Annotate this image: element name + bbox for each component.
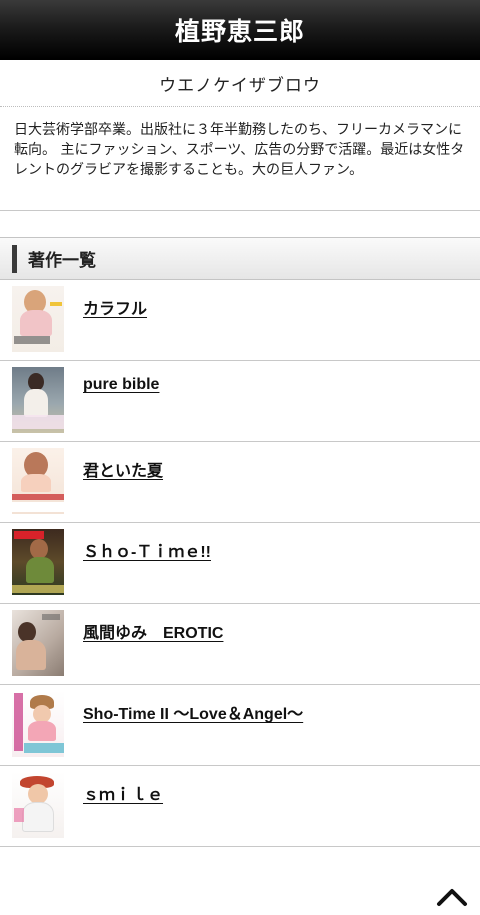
book-cover-image[interactable] — [12, 610, 64, 676]
author-bio: 日大芸術学部卒業。出版社に３年半勤務したのち、フリーカメラマンに転向。 主にファ… — [0, 107, 480, 211]
book-title-link[interactable]: pure bible — [83, 376, 159, 394]
book-title-link[interactable]: カラフル — [83, 295, 147, 319]
book-list-item[interactable]: Ｓｈｏ-Ｔｉｍｅ!! — [0, 523, 480, 604]
book-cover-image[interactable] — [12, 367, 64, 433]
works-section-title: 著作一覧 — [28, 251, 96, 271]
book-list-item[interactable]: カラフル — [0, 280, 480, 361]
chevron-up-icon — [437, 889, 467, 906]
book-list-item[interactable]: Sho-Time II 〜Love＆Angel〜 — [0, 685, 480, 766]
app-header: 植野恵三郎 — [0, 0, 480, 60]
book-cover-image[interactable] — [12, 286, 64, 352]
book-cover-image[interactable] — [12, 448, 64, 514]
book-list-item[interactable]: ｓｍｉｌｅ — [0, 766, 480, 847]
book-cover-image[interactable] — [12, 691, 64, 757]
book-cover-image[interactable] — [12, 772, 64, 838]
book-list-item[interactable]: pure bible — [0, 361, 480, 442]
book-title-link[interactable]: ｓｍｉｌｅ — [83, 781, 163, 805]
name-reading: ウエノケイザブロウ — [0, 60, 480, 107]
book-list-item[interactable]: 風間ゆみ EROTIC — [0, 604, 480, 685]
book-title-link[interactable]: 君といた夏 — [83, 457, 163, 481]
works-list: カラフル pure bible 君といた夏 Ｓｈｏ-Ｔｉｍｅ!! 風間ゆみ ER… — [0, 280, 480, 847]
book-title-link[interactable]: Ｓｈｏ-Ｔｉｍｅ!! — [83, 538, 211, 562]
book-title-link[interactable]: 風間ゆみ EROTIC — [83, 619, 223, 643]
back-to-top-button[interactable] — [436, 885, 468, 907]
book-list-item[interactable]: 君といた夏 — [0, 442, 480, 523]
page-title: 植野恵三郎 — [174, 16, 305, 46]
works-section-header: 著作一覧 — [0, 237, 480, 280]
section-bar-decoration — [12, 244, 17, 273]
book-title-link[interactable]: Sho-Time II 〜Love＆Angel〜 — [83, 700, 303, 724]
book-cover-image[interactable] — [12, 529, 64, 595]
